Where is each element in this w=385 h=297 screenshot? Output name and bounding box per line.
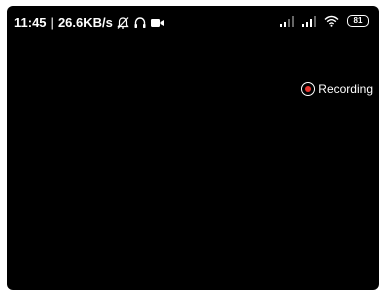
clock: 11:45 <box>14 15 47 30</box>
recording-label: Recording <box>318 82 373 96</box>
video-camera-icon <box>150 17 165 29</box>
phone-screen: 11:45 | 26.6KB/s 81 Recording <box>7 6 379 290</box>
wifi-icon <box>324 15 339 27</box>
signal-weak-icon <box>280 15 296 27</box>
signal-icon <box>302 15 318 27</box>
alarm-off-icon <box>116 16 130 30</box>
status-separator: | <box>50 15 54 30</box>
recording-indicator[interactable]: Recording <box>301 82 373 96</box>
status-right: 81 <box>274 15 369 27</box>
status-bar: 11:45 | 26.6KB/s 81 <box>7 6 379 40</box>
network-speed: 26.6KB/s <box>57 15 113 30</box>
status-left: 11:45 | 26.6KB/s <box>14 15 165 30</box>
headphones-icon <box>133 16 147 30</box>
battery-indicator: 81 <box>347 15 369 27</box>
record-dot-icon <box>301 82 316 96</box>
